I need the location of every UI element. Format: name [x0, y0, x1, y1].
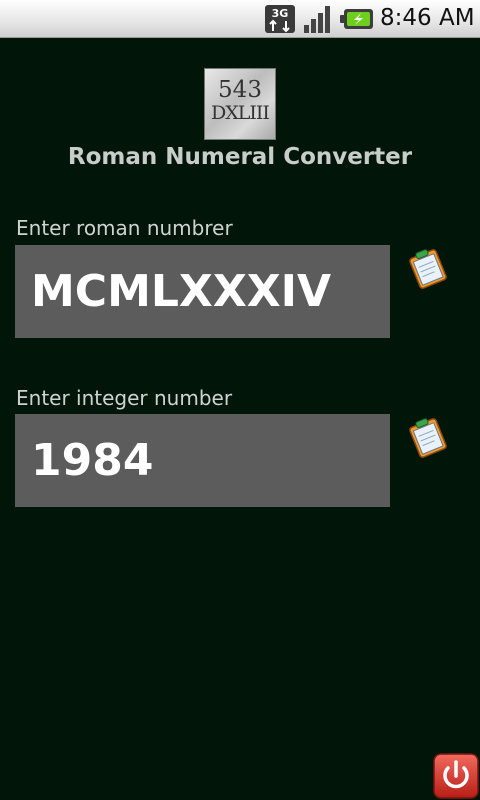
page-title: Roman Numeral Converter	[67, 144, 413, 170]
power-icon[interactable]	[433, 753, 479, 799]
network-type-label: 3G	[272, 7, 289, 20]
roman-field-label: Enter roman numbrer	[16, 216, 233, 240]
app-logo: 543 DXLIII	[204, 68, 276, 140]
status-bar: 3G 8:46 AM	[0, 0, 480, 38]
clipboard-icon[interactable]	[404, 416, 452, 458]
network-3g-icon: 3G	[265, 5, 295, 33]
signal-strength-icon	[304, 6, 330, 33]
integer-field-label: Enter integer number	[16, 386, 233, 410]
status-time: 8:46 AM	[380, 5, 475, 31]
clipboard-icon[interactable]	[404, 247, 452, 289]
logo-roman: DXLIII	[211, 102, 270, 124]
logo-number: 543	[218, 77, 262, 103]
integer-input[interactable]	[15, 414, 390, 507]
battery-charging-icon	[340, 9, 373, 29]
roman-input[interactable]	[15, 245, 390, 338]
